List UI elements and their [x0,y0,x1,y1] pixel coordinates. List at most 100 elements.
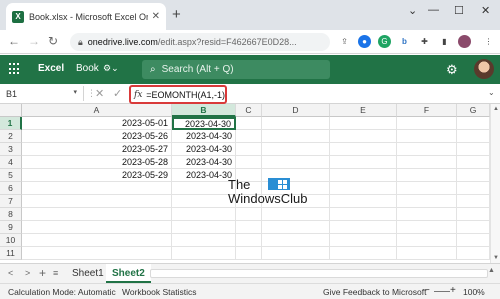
cell-e10[interactable] [330,234,397,247]
tab-sheet1[interactable]: Sheet1 [66,264,110,283]
column-header-f[interactable]: F [397,104,457,117]
cell-f3[interactable] [397,143,457,156]
forward-arrow-icon[interactable]: → [28,34,40,48]
plus-icon[interactable]: + [39,266,46,280]
name-box[interactable]: B1 ▾ [2,86,84,101]
cell-e5[interactable] [330,169,397,182]
cell-g2[interactable] [457,130,490,143]
column-header-d[interactable]: D [262,104,330,117]
search-box[interactable]: ⌕ Search (Alt + Q) [142,60,330,79]
zoom-level[interactable]: 100% [463,287,485,297]
plus-icon[interactable]: + [172,7,181,22]
cell-b4[interactable]: 2023-04-30 [172,156,236,169]
avatar[interactable] [474,59,494,79]
cell-g6[interactable] [457,182,490,195]
cell-d11[interactable] [262,247,330,260]
row-header[interactable]: 11 [0,247,22,260]
cell-a8[interactable] [22,208,172,221]
cell-a6[interactable] [22,182,172,195]
row-header[interactable]: 3 [0,143,22,156]
chevron-right-icon[interactable]: > [25,268,30,278]
cell-a5[interactable]: 2023-05-29 [22,169,172,182]
formula-input[interactable]: fx =EOMONTH(A1,-1) [129,85,227,104]
cell-e3[interactable] [330,143,397,156]
cell-d8[interactable] [262,208,330,221]
cell-c4[interactable] [236,156,262,169]
extension-icon[interactable]: ● [358,35,371,48]
cell-b2[interactable]: 2023-04-30 [172,130,236,143]
cell-c8[interactable] [236,208,262,221]
cell-b10[interactable] [172,234,236,247]
lock-icon[interactable]: 🔒︎ [78,37,83,48]
cancel-icon[interactable]: ✕ [95,87,104,100]
book-name[interactable]: Book [76,63,99,74]
column-header-g[interactable]: G [457,104,490,117]
chevron-left-icon[interactable]: < [8,268,13,278]
sync-icon[interactable]: ⚙︎⌄ [103,63,119,74]
cell-a1[interactable]: 2023-05-01 [22,117,172,130]
column-header-e[interactable]: E [330,104,397,117]
cell-g5[interactable] [457,169,490,182]
cell-a9[interactable] [22,221,172,234]
cell-b1[interactable]: 2023-04-30 [172,117,236,130]
chevron-down-icon[interactable]: ▾ [73,88,77,96]
cell-a10[interactable] [22,234,172,247]
cell-g4[interactable] [457,156,490,169]
cell-a3[interactable]: 2023-05-27 [22,143,172,156]
cell-b9[interactable] [172,221,236,234]
close-icon[interactable]: ✕ [152,11,160,22]
cell-f9[interactable] [397,221,457,234]
cell-b6[interactable] [172,182,236,195]
cell-f8[interactable] [397,208,457,221]
cell-e2[interactable] [330,130,397,143]
minimize-button[interactable]: — [428,4,439,16]
maximize-button[interactable]: ☐ [454,4,464,17]
enter-check-icon[interactable]: ✓ [113,87,122,100]
cell-a4[interactable]: 2023-05-28 [22,156,172,169]
cell-e4[interactable] [330,156,397,169]
browser-tab[interactable]: X Book.xlsx - Microsoft Excel Onlin ✕ [6,3,166,30]
cell-g10[interactable] [457,234,490,247]
close-window-button[interactable]: ✕ [481,4,490,17]
cell-b11[interactable] [172,247,236,260]
calculation-mode[interactable]: Calculation Mode: Automatic [8,287,116,297]
all-sheets-icon[interactable]: ≡ [53,268,58,278]
cell-f6[interactable] [397,182,457,195]
waffle-icon[interactable] [9,63,21,75]
feedback-link[interactable]: Give Feedback to Microsoft [323,287,426,297]
app-name[interactable]: Excel [38,63,64,74]
cell-b8[interactable] [172,208,236,221]
vertical-scrollbar[interactable]: ▲ ▼ [490,104,500,263]
row-header[interactable]: 4 [0,156,22,169]
cell-d3[interactable] [262,143,330,156]
row-header[interactable]: 7 [0,195,22,208]
cell-c2[interactable] [236,130,262,143]
cell-b5[interactable]: 2023-04-30 [172,169,236,182]
cell-c11[interactable] [236,247,262,260]
sidebar-icon[interactable]: ▮ [438,35,451,48]
url-input[interactable]: 🔒︎ onedrive.live.com/edit.aspx?resid=F46… [70,33,330,51]
cell-b3[interactable]: 2023-04-30 [172,143,236,156]
cell-a11[interactable] [22,247,172,260]
cell-e9[interactable] [330,221,397,234]
cell-a7[interactable] [22,195,172,208]
cell-f1[interactable] [397,117,457,130]
horizontal-scrollbar[interactable] [150,269,488,278]
cell-e7[interactable] [330,195,397,208]
cell-g9[interactable] [457,221,490,234]
cell-f7[interactable] [397,195,457,208]
cell-e8[interactable] [330,208,397,221]
cell-e1[interactable] [330,117,397,130]
cell-c9[interactable] [236,221,262,234]
chevron-down-icon[interactable]: ⌄ [488,88,495,97]
cell-f10[interactable] [397,234,457,247]
cell-g3[interactable] [457,143,490,156]
tab-search-icon[interactable]: ⌄ [408,4,417,17]
row-header[interactable]: 1 [0,117,22,130]
cell-e6[interactable] [330,182,397,195]
row-header[interactable]: 8 [0,208,22,221]
cell-f4[interactable] [397,156,457,169]
gear-icon[interactable]: ⚙ [446,62,458,78]
cell-d1[interactable] [262,117,330,130]
column-header-b[interactable]: B [172,104,236,117]
